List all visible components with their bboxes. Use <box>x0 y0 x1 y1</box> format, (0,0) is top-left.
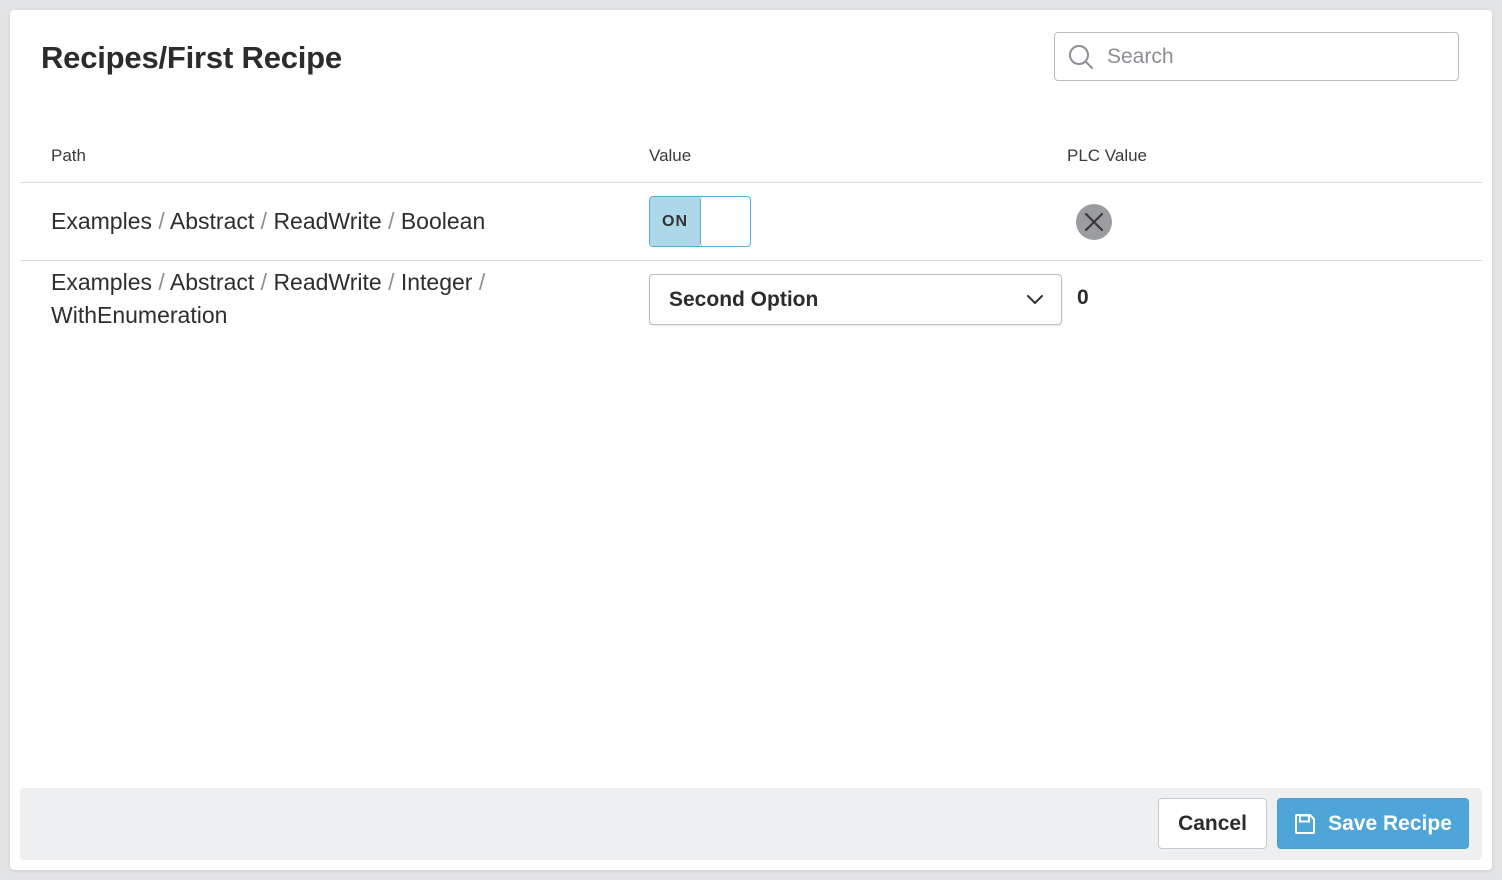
dialog-footer: Cancel Save Recipe <box>20 788 1482 860</box>
path-segment: Abstract <box>169 208 255 234</box>
save-icon <box>1295 813 1316 834</box>
header-divider <box>20 182 1482 183</box>
search-box[interactable] <box>1054 32 1459 81</box>
search-icon <box>1067 43 1095 71</box>
page-title: Recipes/First Recipe <box>41 40 342 75</box>
column-header-path: Path <box>51 146 86 165</box>
chevron-down-icon <box>1027 294 1043 304</box>
column-header-value: Value <box>649 146 692 165</box>
toggle-on-label: ON <box>650 197 700 246</box>
recipe-dialog: Recipes/First Recipe Path Value PLC Valu… <box>10 10 1492 870</box>
path-segment: ReadWrite <box>273 208 382 234</box>
boolean-toggle[interactable]: ON <box>649 196 751 247</box>
row-path-integer-enum: Examples / Abstract / ReadWrite / Intege… <box>51 269 486 328</box>
column-header-plc-value: PLC Value <box>1067 146 1148 165</box>
cancel-button[interactable]: Cancel <box>1158 798 1267 849</box>
path-segment: Abstract <box>169 269 255 295</box>
path-segment: ReadWrite <box>273 269 382 295</box>
path-segment: Boolean <box>400 208 486 234</box>
search-input[interactable] <box>1105 43 1439 70</box>
save-recipe-label: Save Recipe <box>1328 811 1452 835</box>
select-value: Second Option <box>669 287 819 311</box>
enum-select[interactable]: Second Option <box>649 274 1062 325</box>
path-segment: Examples <box>51 269 152 295</box>
close-circle-icon <box>1076 204 1112 240</box>
save-recipe-button[interactable]: Save Recipe <box>1277 798 1469 849</box>
toggle-knob[interactable] <box>700 197 750 246</box>
row-divider <box>20 260 1482 261</box>
row-path-boolean: Examples / Abstract / ReadWrite / Boolea… <box>51 208 486 234</box>
path-segment: WithEnumeration <box>51 302 228 328</box>
path-segment: Examples <box>51 208 152 234</box>
plc-value: 0 <box>1077 286 1089 309</box>
path-segment: Integer <box>400 269 473 295</box>
